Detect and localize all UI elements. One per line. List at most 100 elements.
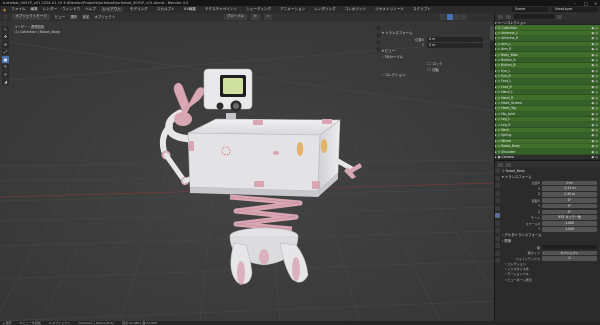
visibility-toggle-icon[interactable]: ◉ ◎ <box>586 112 598 116</box>
workspace-tab-rendering[interactable]: レンダリング <box>312 7 338 12</box>
visibility-toggle-icon[interactable]: ◉ ◎ <box>586 63 598 67</box>
tool-tab-icon[interactable] <box>495 168 500 173</box>
visibility-toggle-icon[interactable]: ◉ ◎ <box>586 144 598 148</box>
material-shading-icon[interactable] <box>454 14 460 20</box>
editor-type-icon[interactable]: ⬚ <box>4 15 7 19</box>
workspace-tab-animation[interactable]: アニメーション <box>278 7 307 12</box>
menu-add[interactable]: 追加 <box>82 15 89 20</box>
properties-search-icon[interactable] <box>506 162 511 167</box>
npanel-location-x-field[interactable]: 0 m <box>427 36 483 42</box>
properties-editor-icon[interactable] <box>498 162 503 167</box>
visibility-toggle-icon[interactable]: ◉ ◎ <box>586 128 598 132</box>
transform-orientation-dropdown[interactable]: グローバル <box>224 14 247 20</box>
workspace-tab-geometry-nodes[interactable]: ジオメトリノード <box>373 7 406 12</box>
modifier-tab-icon[interactable] <box>495 220 500 226</box>
property-value-field[interactable]: 1.35 m <box>542 192 597 197</box>
visibility-toggle-icon[interactable]: ◉ ◎ <box>586 90 598 94</box>
output-tab-icon[interactable] <box>495 183 500 188</box>
visibility-toggle-icon[interactable]: ◉ ◎ <box>586 42 598 46</box>
rotate-tool-icon[interactable]: ⟳ <box>2 41 9 48</box>
wireframe-shading-icon[interactable] <box>440 14 446 20</box>
visibility-toggle-icon[interactable]: ◉ ◎ <box>586 101 598 105</box>
constraints-tab-icon[interactable] <box>495 243 500 248</box>
visibility-toggle-icon[interactable]: ◉ ◎ <box>586 85 598 89</box>
visibility-toggle-icon[interactable]: ◉ ◎ <box>586 150 598 154</box>
rotation-checkbox[interactable]: 回転 <box>427 67 439 72</box>
add-cube-tool-icon[interactable]: ◢ <box>2 78 9 85</box>
menu-view[interactable]: ビュー <box>55 15 66 20</box>
filter-icon[interactable] <box>557 14 562 19</box>
workspace-tab-compositing[interactable]: コンポジット <box>343 7 369 12</box>
scale-tool-icon[interactable]: ⤢ <box>2 48 9 55</box>
property-value-field[interactable]: 0° <box>542 197 597 203</box>
scene-selector[interactable]: Scene <box>512 7 548 12</box>
measure-tool-icon[interactable]: ⚲ <box>2 71 9 78</box>
visibility-toggle-icon[interactable]: ◉ ◎ <box>586 69 598 73</box>
pass-index-field[interactable]: 0 <box>542 256 597 261</box>
workspace-tab-modeling[interactable]: モデリング <box>128 7 150 12</box>
parent-type-dropdown[interactable]: オブジェクト <box>542 250 597 256</box>
view-layer-tab-icon[interactable] <box>495 190 500 196</box>
blender-logo-icon[interactable]: ◉ <box>3 8 6 12</box>
property-value-field[interactable]: XYZ オイラー角 <box>542 215 597 220</box>
transform-tool-icon[interactable]: ▣ <box>2 56 9 63</box>
select-tool-icon[interactable]: ↖ <box>2 26 9 33</box>
property-value-field[interactable]: -0.12 m <box>542 186 597 191</box>
visibility-toggle-icon[interactable]: ◉ ◎ <box>586 117 598 121</box>
viewport-display-header[interactable]: › ビューポート表示 <box>502 278 599 283</box>
property-value-field[interactable]: 0° <box>542 209 597 215</box>
view-layer-selector[interactable]: ViewLayer <box>552 7 598 12</box>
workspace-tab-uv[interactable]: UV編集 <box>182 7 198 12</box>
npanel-location-y-field[interactable]: 0 m <box>427 42 483 48</box>
visibility-toggle-icon[interactable]: ◉ ◎ <box>586 47 598 51</box>
workspace-tab-layout[interactable]: レイアウト <box>100 7 123 12</box>
cursor-tool-icon[interactable]: ✥ <box>2 33 9 40</box>
visibility-toggle-icon[interactable]: ◉ ◎ <box>586 155 598 159</box>
data-tab-icon[interactable] <box>495 250 500 256</box>
menu-help[interactable]: ヘルプ <box>85 7 96 12</box>
menu-file[interactable]: ファイル <box>11 7 25 12</box>
menu-edit[interactable]: 編集 <box>31 7 38 12</box>
solid-shading-icon[interactable] <box>447 14 453 20</box>
maximize-button[interactable]: □ <box>584 1 588 5</box>
display-mode-icon[interactable] <box>506 14 511 19</box>
particles-tab-icon[interactable] <box>495 228 500 233</box>
outliner-editor-icon[interactable] <box>498 14 503 19</box>
zoom-icon[interactable] <box>376 26 381 31</box>
visibility-toggle-icon[interactable]: ◉ ◎ <box>586 123 598 127</box>
mode-selector[interactable]: オブジェクトモード <box>12 14 50 20</box>
menu-object[interactable]: オブジェクト <box>94 15 115 20</box>
visibility-toggle-icon[interactable]: ◉ ◎ <box>586 58 598 62</box>
camera-view-icon[interactable] <box>376 40 381 45</box>
menu-render[interactable]: レンダー <box>43 7 57 12</box>
workspace-tab-sculpt[interactable]: スカルプト <box>155 7 177 12</box>
annotate-tool-icon[interactable]: ✎ <box>2 63 9 70</box>
visibility-toggle-icon[interactable]: ◉ ◎ <box>586 139 598 143</box>
close-button[interactable]: × <box>594 1 598 5</box>
menu-window[interactable]: ウィンドウ <box>62 7 80 12</box>
visibility-toggle-icon[interactable]: ◉ ◎ <box>586 106 598 110</box>
lock-checkbox[interactable]: ロック <box>427 61 442 66</box>
pan-hand-icon[interactable] <box>376 33 381 38</box>
workspace-tab-texture-paint[interactable]: テクスチャペイント <box>203 7 239 12</box>
material-tab-icon[interactable] <box>495 258 500 263</box>
visibility-toggle-icon[interactable]: ◉ ◎ <box>586 36 598 40</box>
ortho-toggle-icon[interactable] <box>376 47 381 52</box>
visibility-toggle-icon[interactable]: ◉ ◎ <box>586 74 598 78</box>
outliner-row[interactable]: ▾ シーンコレクション <box>495 20 600 26</box>
checkbox-box[interactable] <box>427 67 431 72</box>
rendered-shading-icon[interactable] <box>461 14 467 20</box>
visibility-toggle-icon[interactable]: ◉ ◎ <box>586 31 598 35</box>
checkbox-box[interactable] <box>427 61 431 66</box>
visibility-toggle-icon[interactable]: ◉ ◎ <box>586 53 598 57</box>
visibility-toggle-icon[interactable]: ◉ ◎ <box>586 133 598 137</box>
outliner-search-input[interactable] <box>514 14 554 19</box>
visibility-toggle-icon[interactable]: ◉ ◎ <box>586 96 598 100</box>
physics-tab-icon[interactable] <box>495 235 500 241</box>
npanel-collection-header[interactable]: › コレクション <box>382 72 490 78</box>
visibility-toggle-icon[interactable]: ◉ ◎ <box>586 26 598 30</box>
property-value-field[interactable]: 0° <box>542 203 597 209</box>
menu-select[interactable]: 選択 <box>70 15 77 20</box>
property-value-field[interactable]: 1.000 <box>542 221 597 226</box>
pivot-point-icon[interactable]: ⊙ <box>250 14 260 20</box>
